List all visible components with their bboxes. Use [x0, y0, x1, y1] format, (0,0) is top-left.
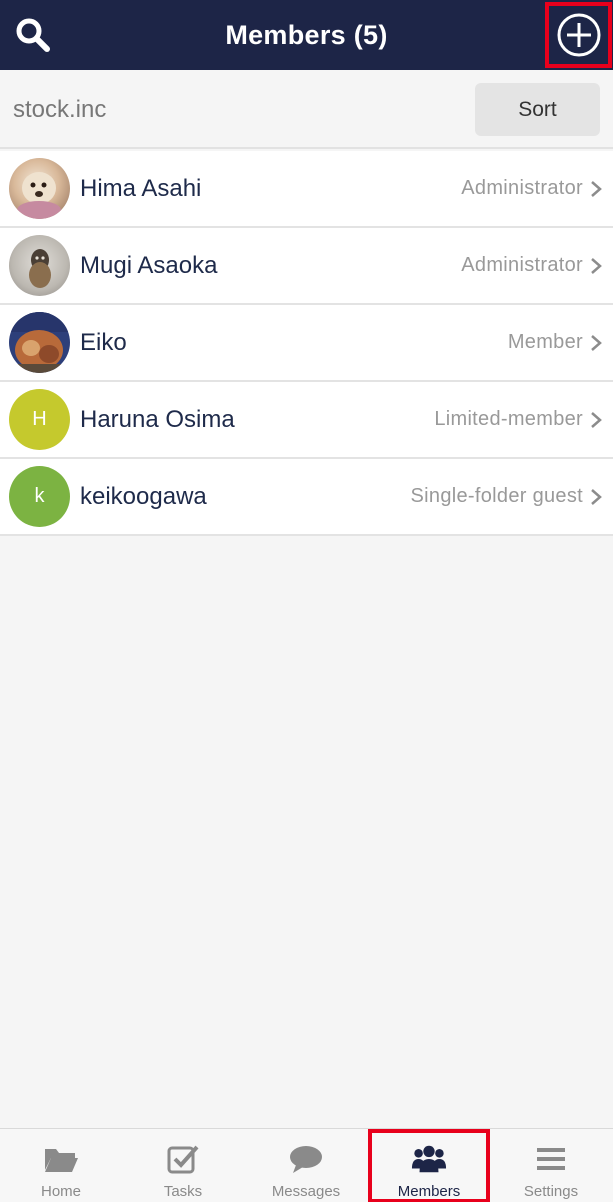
member-row[interactable]: Hima Asahi Administrator: [0, 151, 613, 228]
checkbox-icon: [167, 1145, 199, 1174]
add-member-button[interactable]: [545, 2, 612, 68]
tab-members[interactable]: Members: [368, 1129, 490, 1202]
avatar: k: [9, 466, 70, 527]
member-row[interactable]: k keikoogawa Single-folder guest: [0, 459, 613, 536]
member-name: keikoogawa: [80, 483, 207, 510]
member-row[interactable]: H Haruna Osima Limited-member: [0, 382, 613, 459]
folder-icon: [45, 1149, 78, 1172]
avatar: [9, 312, 70, 373]
photo-icon: [9, 312, 70, 373]
plus-circle-icon: [557, 13, 600, 57]
member-role: Limited-member: [434, 408, 583, 430]
chevron-right-icon: [591, 335, 602, 351]
people-icon: [411, 1145, 447, 1173]
chat-bubble-icon: [290, 1146, 322, 1173]
chevron-right-icon: [591, 412, 602, 428]
chevron-right-icon: [591, 258, 602, 274]
dog-photo-icon: [29, 249, 51, 288]
organization-name: stock.inc: [13, 96, 107, 123]
member-name: Eiko: [80, 329, 127, 356]
top-nav-bar: Members (5): [0, 0, 613, 70]
member-role: Member: [507, 331, 583, 353]
tab-label: Tasks: [163, 1183, 203, 1200]
member-name: Mugi Asaoka: [80, 252, 218, 279]
tab-label: Settings: [523, 1183, 579, 1200]
organization-bar: stock.inc Sort: [0, 70, 613, 149]
search-button[interactable]: [10, 12, 56, 58]
chevron-right-icon: [591, 181, 602, 197]
bottom-tab-bar: Home Tasks Messages Members Settings: [0, 1128, 613, 1202]
tab-home[interactable]: Home: [0, 1129, 122, 1202]
member-role: Single-folder guest: [410, 485, 583, 507]
member-name: Haruna Osima: [80, 406, 235, 433]
member-row[interactable]: Eiko Member: [0, 305, 613, 382]
avatar: H: [9, 389, 70, 450]
member-role: Administrator: [461, 177, 583, 199]
member-row[interactable]: Mugi Asaoka Administrator: [0, 228, 613, 305]
avatar: [9, 158, 70, 219]
tab-label: Messages: [271, 1183, 341, 1200]
sort-button[interactable]: Sort: [475, 83, 600, 136]
tab-settings[interactable]: Settings: [490, 1129, 612, 1202]
tab-messages[interactable]: Messages: [245, 1129, 367, 1202]
hamburger-icon: [537, 1148, 565, 1170]
member-name: Hima Asahi: [80, 175, 202, 202]
member-role: Administrator: [461, 254, 583, 276]
avatar: [9, 235, 70, 296]
page-title: Members (5): [225, 19, 388, 50]
tab-label: Home: [40, 1183, 81, 1200]
tab-label: Members: [397, 1183, 461, 1200]
search-icon: [16, 18, 50, 52]
dog-photo-icon: [17, 172, 61, 219]
chevron-right-icon: [591, 489, 602, 505]
tab-tasks[interactable]: Tasks: [122, 1129, 244, 1202]
member-list: Hima Asahi Administrator Mugi Asaoka Adm…: [0, 151, 613, 536]
